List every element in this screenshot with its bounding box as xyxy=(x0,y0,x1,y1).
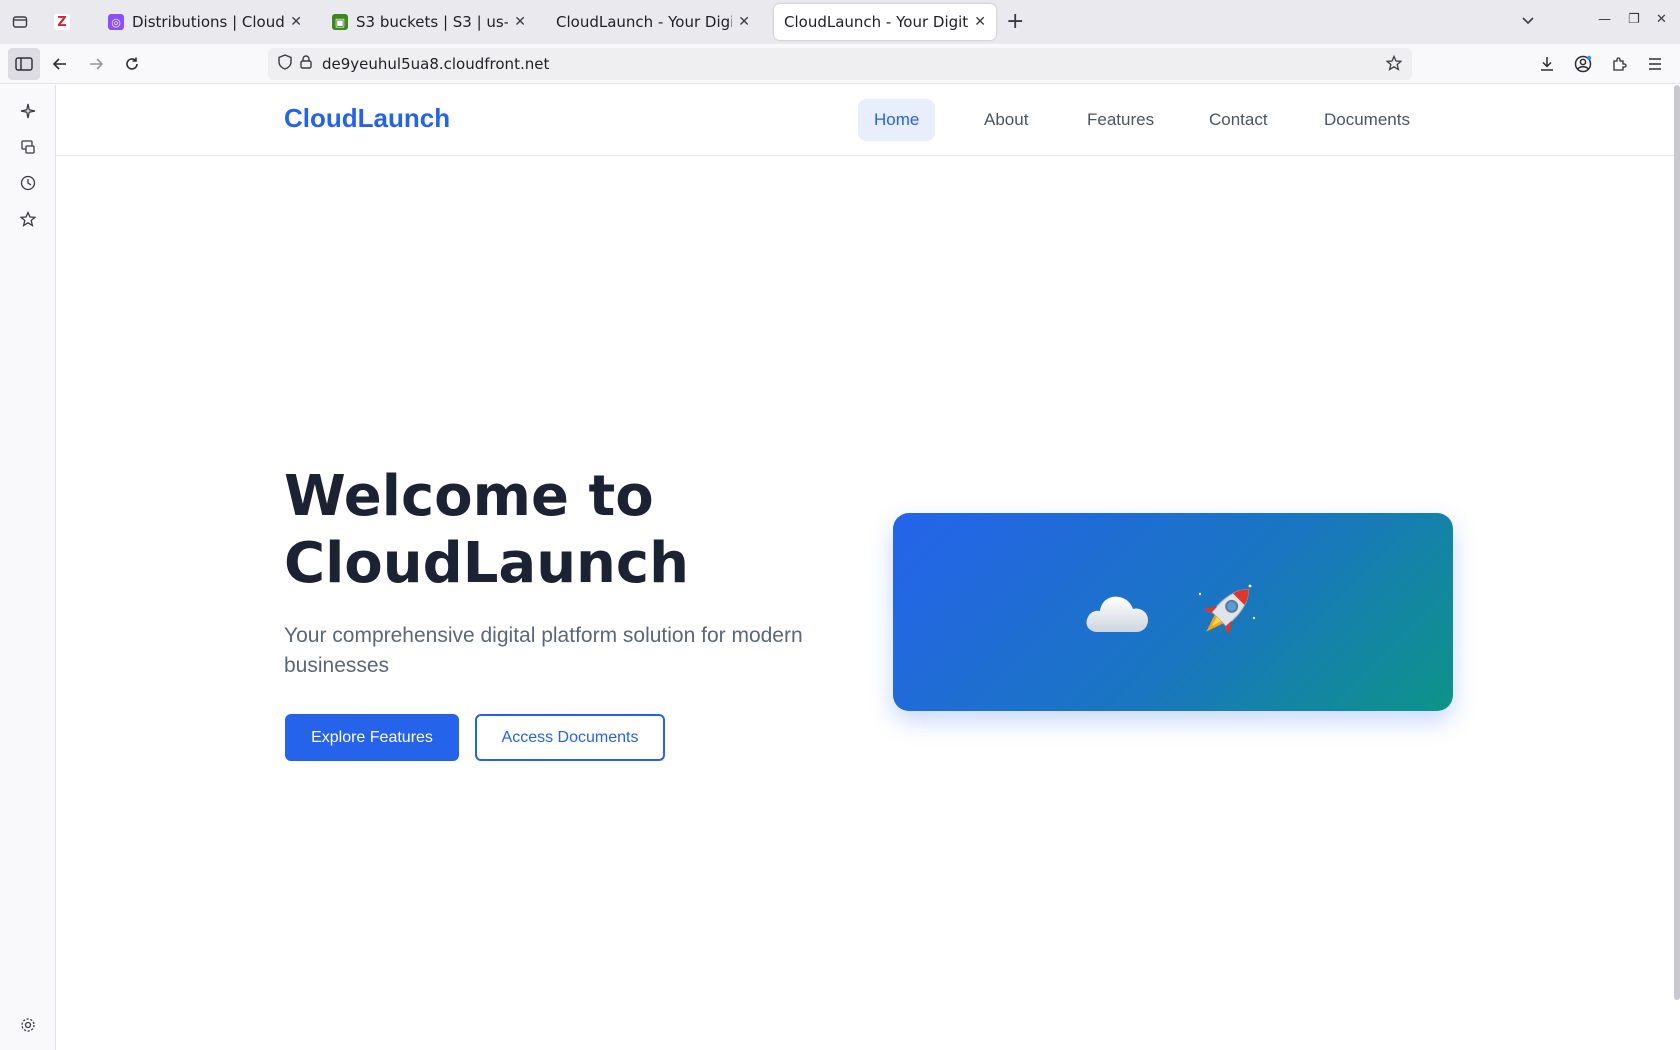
cloud-icon xyxy=(1086,596,1148,632)
explore-features-button[interactable]: Explore Features xyxy=(285,714,459,761)
chevron-down-icon[interactable] xyxy=(1520,12,1536,32)
ai-chatbot-icon[interactable] xyxy=(16,99,40,123)
shield-icon[interactable] xyxy=(278,54,292,74)
hero-subtitle: Your comprehensive digital platform solu… xyxy=(284,624,803,677)
hero-title: Welcome to CloudLaunch xyxy=(284,464,689,596)
zotero-icon: Z xyxy=(54,14,70,30)
nav-features[interactable]: Features xyxy=(1071,99,1170,141)
nav-home[interactable]: Home xyxy=(858,99,936,141)
sidebar-toggle-icon[interactable] xyxy=(8,48,40,80)
close-window-icon[interactable]: ✕ xyxy=(1656,12,1667,27)
navigation-bar: de9yeuhul5ua8.cloudfront.net xyxy=(0,44,1680,84)
bookmarks-icon[interactable] xyxy=(16,207,40,231)
tab-title: CloudLaunch - Your Digital Pl xyxy=(556,13,733,31)
tab-title: CloudLaunch - Your Digital Pl xyxy=(784,13,969,31)
tab-overview-icon[interactable] xyxy=(8,10,32,34)
nav-documents[interactable]: Documents xyxy=(1308,99,1426,141)
bookmark-star-icon[interactable] xyxy=(1385,54,1403,75)
synced-tabs-icon[interactable] xyxy=(16,135,40,159)
minimize-icon[interactable]: — xyxy=(1598,12,1611,27)
restore-icon[interactable]: ❐ xyxy=(1628,12,1640,27)
tab-strip: Z ◎ Distributions | CloudFront ✕ ▣ S3 bu… xyxy=(0,0,1680,44)
site-logo[interactable]: CloudLaunch xyxy=(284,103,450,134)
web-page: CloudLaunch Home About Features Contact … xyxy=(56,85,1680,1050)
tab-cloudfront[interactable]: ◎ Distributions | CloudFront ✕ xyxy=(98,4,312,40)
download-icon[interactable] xyxy=(1531,48,1563,80)
back-icon[interactable] xyxy=(44,48,76,80)
tab-cloudlaunch-1[interactable]: CloudLaunch - Your Digital Pl ✕ xyxy=(546,4,760,40)
extensions-icon[interactable] xyxy=(1603,48,1635,80)
tab-cloudlaunch-active[interactable]: CloudLaunch - Your Digital Pl ✕ xyxy=(774,4,996,40)
account-icon[interactable] xyxy=(1567,48,1599,80)
close-tab-icon[interactable]: ✕ xyxy=(290,14,302,30)
cloudfront-icon: ◎ xyxy=(108,14,124,30)
url-bar[interactable]: de9yeuhul5ua8.cloudfront.net xyxy=(268,48,1412,80)
tab-s3[interactable]: ▣ S3 buckets | S3 | us-east-1 ✕ xyxy=(322,4,536,40)
close-tab-icon[interactable]: ✕ xyxy=(974,14,986,30)
tab-title: S3 buckets | S3 | us-east-1 xyxy=(356,13,508,31)
hero-illustration-card xyxy=(893,513,1453,711)
settings-gear-icon[interactable] xyxy=(16,1013,40,1037)
nav-contact[interactable]: Contact xyxy=(1193,99,1284,141)
reload-icon[interactable] xyxy=(116,48,148,80)
s3-icon: ▣ xyxy=(332,14,348,30)
forward-icon[interactable] xyxy=(80,48,112,80)
tab-title: Distributions | CloudFront xyxy=(132,13,285,31)
rocket-icon xyxy=(1198,584,1256,635)
history-icon[interactable] xyxy=(16,171,40,195)
tab-zotero[interactable]: Z xyxy=(44,4,90,40)
menu-icon[interactable] xyxy=(1639,48,1671,80)
close-tab-icon[interactable]: ✕ xyxy=(738,14,750,30)
browser-sidebar xyxy=(0,85,56,1050)
url-text[interactable]: de9yeuhul5ua8.cloudfront.net xyxy=(322,55,549,73)
new-tab-button[interactable]: + xyxy=(1006,10,1024,34)
lock-icon[interactable] xyxy=(300,55,312,73)
site-header: CloudLaunch Home About Features Contact … xyxy=(56,85,1680,156)
close-tab-icon[interactable]: ✕ xyxy=(514,14,526,30)
nav-about[interactable]: About xyxy=(968,99,1044,141)
page-scrollbar[interactable] xyxy=(1674,85,1680,1000)
access-documents-button[interactable]: Access Documents xyxy=(475,714,665,761)
